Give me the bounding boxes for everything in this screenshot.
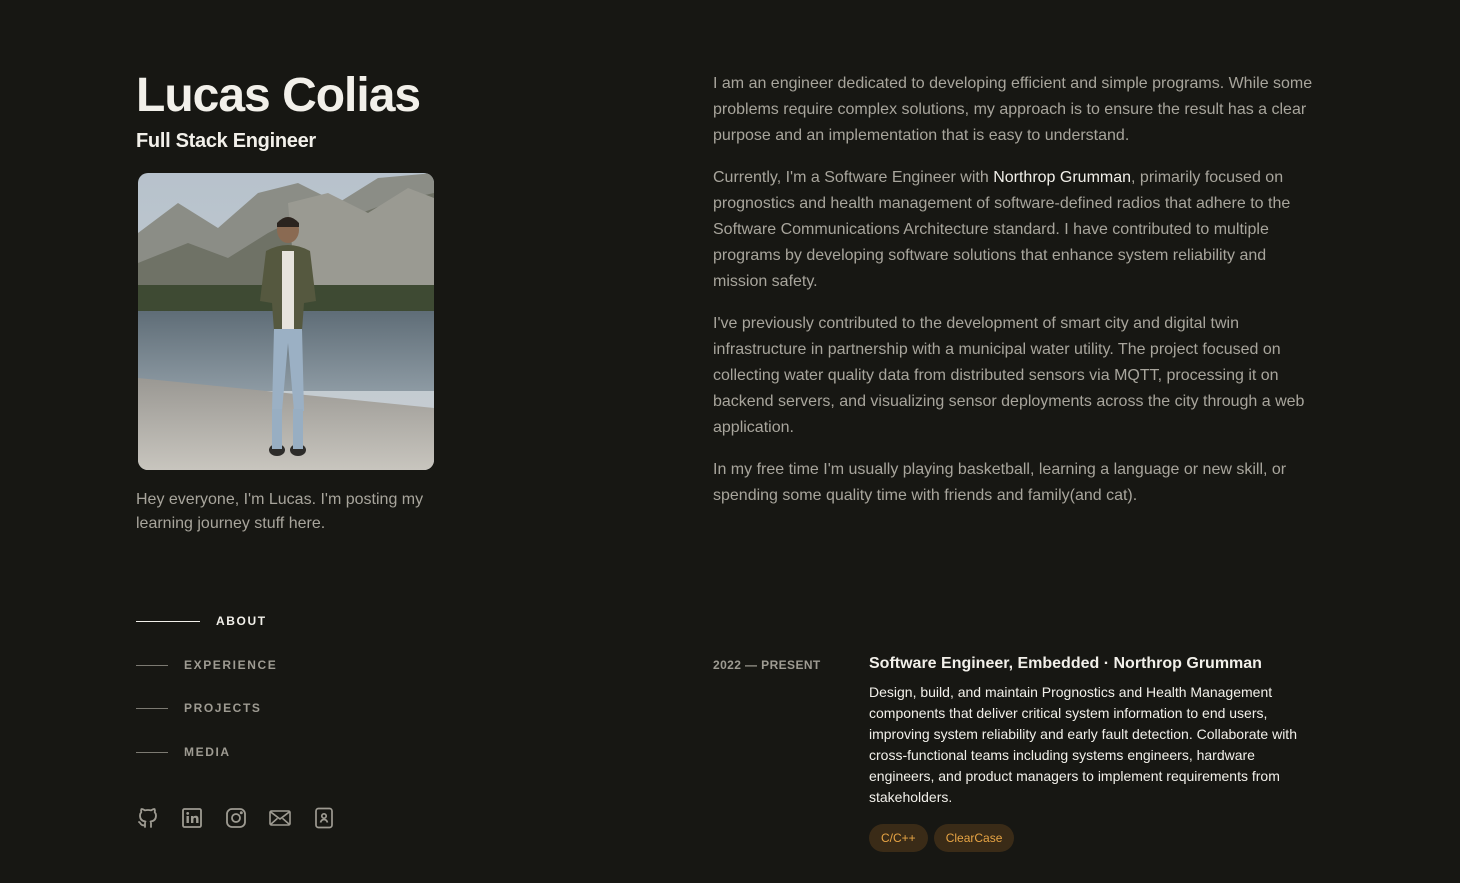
experience-title[interactable]: Software Engineer, Embedded · Northrop G…	[869, 652, 1321, 676]
nav-indicator-line	[136, 751, 168, 753]
about-paragraph: I've previously contributed to the devel…	[713, 315, 1305, 436]
social-links	[136, 806, 356, 830]
nav-label: ABOUT	[216, 614, 267, 628]
nav-indicator-line	[136, 620, 200, 622]
experience-body: Software Engineer, Embedded · Northrop G…	[869, 652, 1321, 852]
skill-tag: ClearCase	[933, 824, 1015, 852]
nav-indicator-line	[136, 707, 168, 709]
about-text: , primarily focused on prognostics and h…	[713, 169, 1291, 290]
profile-name: Lucas Colias	[136, 69, 421, 122]
mail-icon[interactable]	[268, 806, 292, 830]
portfolio-page: Lucas Colias Full Stack Engineer Hey eve…	[0, 0, 1460, 883]
nav-item-projects[interactable]: PROJECTS	[136, 698, 261, 718]
profile-photo	[138, 173, 434, 470]
experience-date: 2022 — PRESENT	[713, 658, 821, 672]
profile-role: Full Stack Engineer	[136, 130, 316, 152]
profile-tagline: Hey everyone, I'm Lucas. I'm posting my …	[136, 491, 424, 532]
about-paragraph: In my free time I'm usually playing bask…	[713, 461, 1287, 504]
nav-label: EXPERIENCE	[184, 658, 278, 672]
about-section: I am an engineer dedicated to developing…	[713, 71, 1318, 525]
nav-item-experience[interactable]: EXPERIENCE	[136, 655, 277, 675]
resume-icon[interactable]	[312, 806, 336, 830]
about-text: Currently, I'm a Software Engineer with	[713, 169, 994, 186]
nav-label: MEDIA	[184, 745, 231, 759]
skill-tags: C/C++ ClearCase	[869, 824, 1321, 852]
nav-item-about[interactable]: ABOUT	[136, 611, 267, 631]
nav-item-media[interactable]: MEDIA	[136, 742, 231, 762]
skill-tag: C/C++	[869, 824, 928, 852]
about-paragraph: I am an engineer dedicated to developing…	[713, 75, 1313, 144]
northrop-grumman-link[interactable]: Northrop Grumman	[993, 169, 1131, 186]
instagram-icon[interactable]	[224, 806, 248, 830]
nav-indicator-line	[136, 664, 168, 666]
github-icon[interactable]	[136, 806, 160, 830]
experience-description: Design, build, and maintain Prognostics …	[869, 684, 1297, 805]
linkedin-icon[interactable]	[180, 806, 204, 830]
about-paragraph: Currently, I'm a Software Engineer with …	[713, 165, 1318, 295]
nav-label: PROJECTS	[184, 701, 262, 715]
